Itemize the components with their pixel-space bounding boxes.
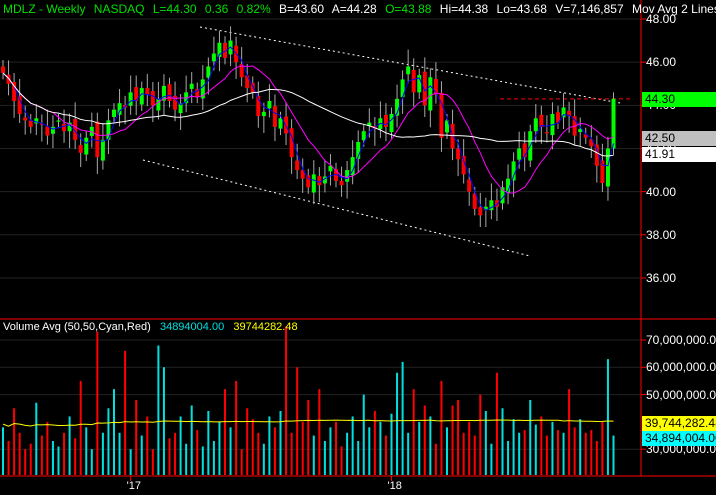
volume-header: Volume Avg (50,50,Cyan,Red) 34894004.00 …	[3, 321, 298, 333]
candle-body	[56, 120, 61, 122]
candle-body	[156, 98, 161, 111]
candle-body	[456, 148, 461, 160]
price-tick-label: 48.00	[646, 12, 677, 26]
candle-body	[428, 77, 433, 111]
price-volume-chart	[0, 0, 716, 481]
quote-header: MDLZ - Weekly NASDAQ L=44.30 0.36 0.82% …	[3, 2, 716, 16]
exchange: NASDAQ	[93, 2, 145, 16]
price-label: 42.50	[642, 130, 716, 146]
price-tick-label: 46.00	[646, 55, 677, 70]
candle-body	[12, 82, 17, 102]
price-label: 44.30	[642, 91, 716, 107]
upper-trendline	[199, 26, 621, 104]
candle-body	[533, 118, 538, 132]
candle-body	[261, 111, 266, 117]
candle-body	[284, 116, 289, 134]
price-tick-label: 38.00	[646, 227, 677, 242]
price-label: 41.91	[642, 147, 716, 163]
candle-body	[112, 109, 116, 117]
symbol: MDLZ - Weekly	[3, 2, 86, 16]
x-tick-label: '18	[387, 480, 402, 492]
candle-body	[611, 98, 616, 149]
change: 0.36	[204, 2, 229, 16]
price-tick-label: 36.00	[646, 270, 677, 285]
volume-avg-value: 39744282.48	[233, 321, 298, 333]
open: O=43.88	[385, 2, 432, 16]
candle-body	[150, 91, 155, 106]
volume-value-label: 39,744,282.48	[642, 415, 716, 431]
candle-body	[411, 69, 416, 93]
candle-body	[84, 137, 89, 155]
candle-body	[62, 123, 67, 132]
candle-body	[189, 83, 194, 89]
candle-body	[272, 106, 277, 127]
candle-body	[467, 179, 472, 192]
candle-body	[128, 92, 133, 106]
candle-body	[311, 174, 316, 193]
candle-body	[267, 101, 272, 109]
candle-body	[478, 207, 483, 216]
candle-body	[317, 176, 322, 186]
candle-body	[23, 117, 28, 121]
candle-body	[1, 66, 5, 73]
candle-body	[511, 161, 516, 181]
ma-30-line	[2, 72, 614, 157]
candle-body	[95, 121, 100, 158]
price-tick-label: 40.00	[646, 184, 677, 199]
low: Lo=43.68	[496, 2, 547, 16]
volume-study-title[interactable]: Volume Avg (50,50,Cyan,Red)	[3, 321, 151, 333]
candle-body	[517, 148, 522, 160]
volume-value-label: 34,894,004.00	[642, 430, 716, 446]
candle-body	[139, 88, 144, 105]
volume-tick-label: 50,000,000.00	[646, 387, 716, 402]
candle-body	[544, 132, 549, 134]
candle-body	[6, 74, 11, 84]
candle-body	[389, 113, 394, 133]
x-tick-label: '17	[126, 480, 141, 492]
volume-tick-label: 70,000,000.00	[646, 333, 716, 347]
candle-body	[28, 120, 33, 127]
candle-body	[605, 148, 610, 187]
candle-body	[295, 160, 300, 171]
volume-tick-label: 60,000,000.00	[646, 360, 716, 375]
volume: V=7,146,857	[555, 2, 624, 16]
high: Hi=44.38	[439, 2, 489, 16]
candle-body	[406, 66, 411, 75]
candle-body	[339, 180, 344, 186]
candle-body	[278, 118, 283, 129]
candle-body	[361, 131, 366, 141]
candle-body	[211, 53, 216, 62]
bid: B=43.60	[278, 2, 325, 16]
ask: A=44.28	[331, 2, 377, 16]
candle-body	[561, 107, 566, 118]
change-pct: 0.82%	[236, 2, 271, 16]
candle-body	[45, 126, 50, 136]
last-price: L=44.30	[152, 2, 197, 16]
candle-body	[145, 88, 150, 95]
candle-body	[289, 128, 294, 158]
candle-body	[100, 139, 105, 161]
volume-value: 34894004.00	[159, 321, 225, 333]
candle-body	[78, 145, 83, 153]
